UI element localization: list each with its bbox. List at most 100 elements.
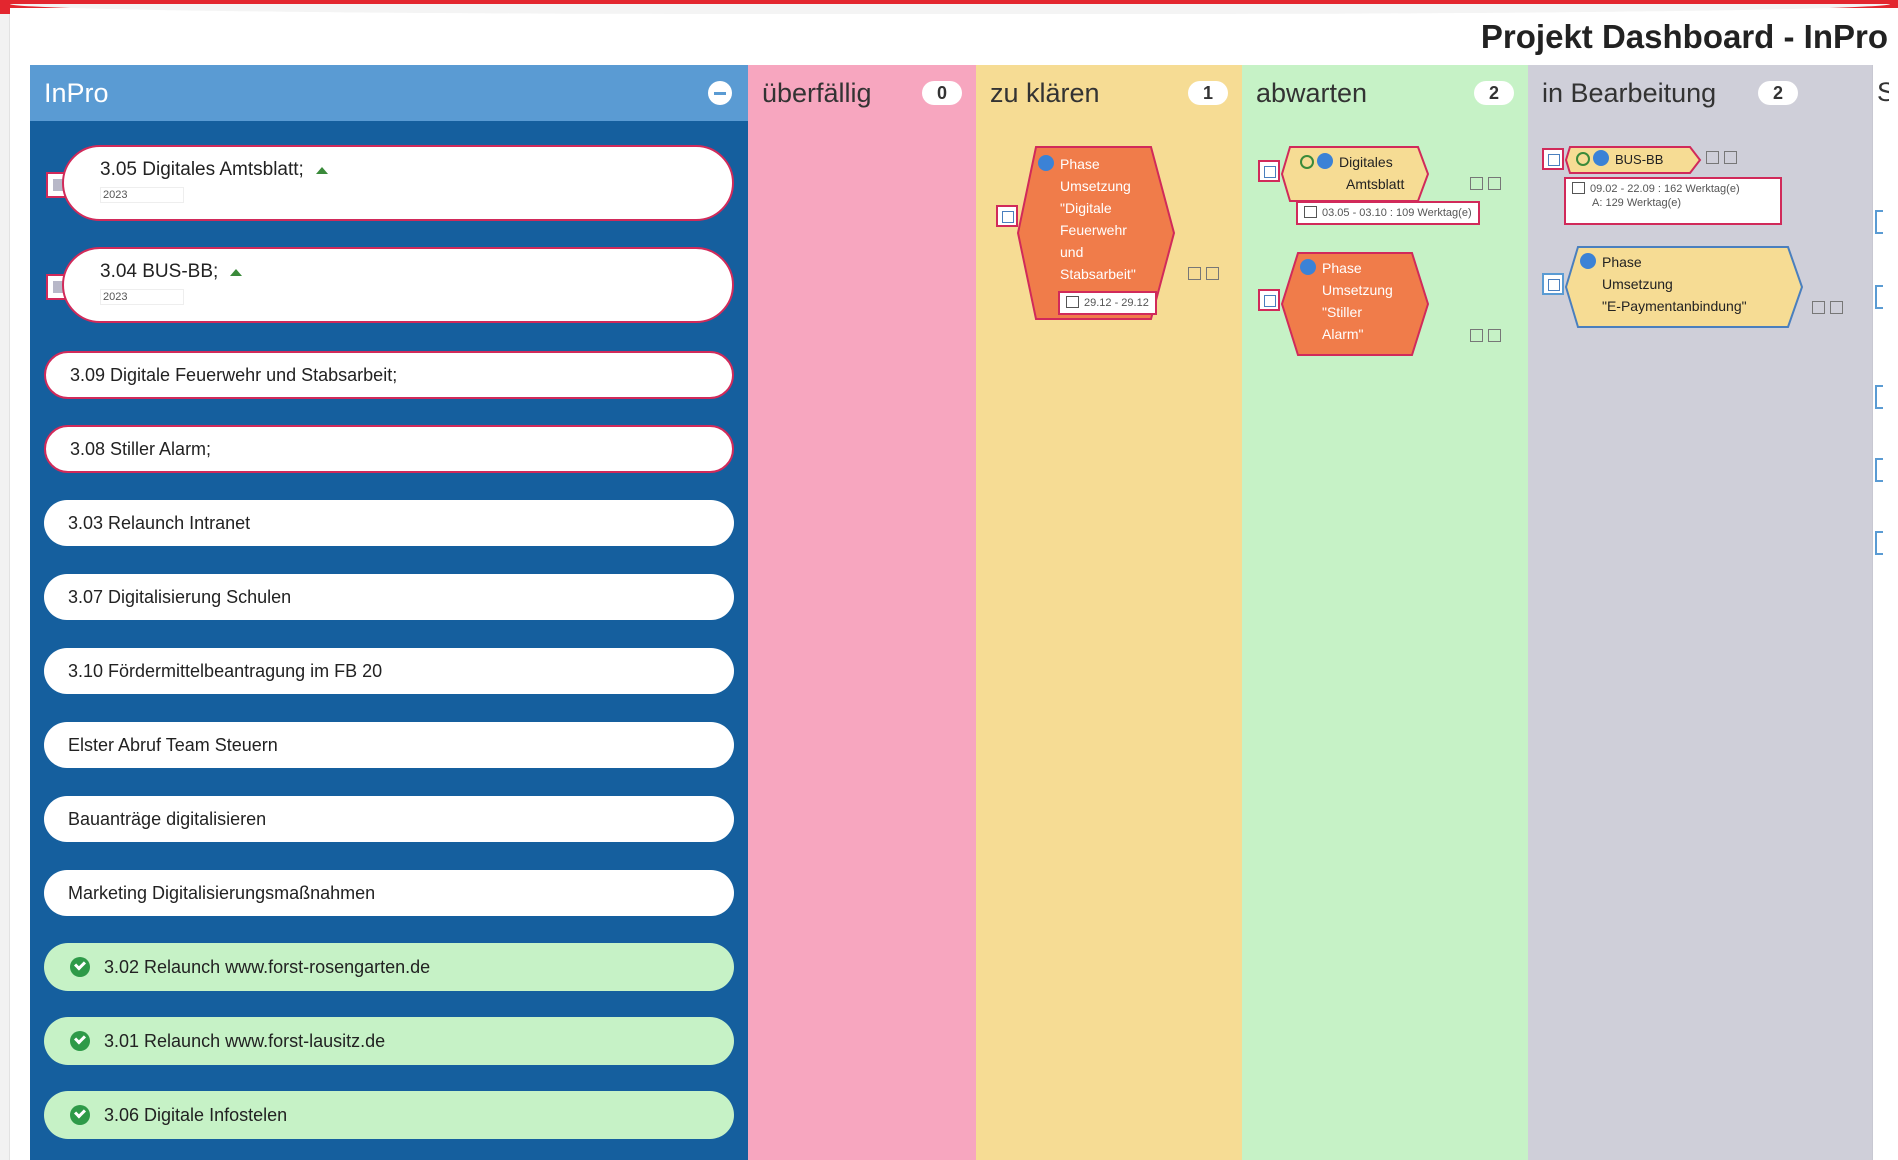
project-title: 3.03 Relaunch Intranet (68, 512, 251, 533)
column-in-bearbeitung-header[interactable]: in Bearbeitung 2 (1528, 65, 1898, 121)
task-label: Phase Umsetzung "Digitale Feuerwehr und … (1038, 153, 1136, 285)
task-date-range: 29.12 - 29.12 (1058, 291, 1157, 315)
task-node-box[interactable] (1258, 289, 1280, 311)
task-action-icons[interactable] (1470, 177, 1510, 193)
task-line: "Stiller (1322, 304, 1362, 320)
task-line: "Digitale (1060, 200, 1112, 216)
calendar-icon (1572, 182, 1585, 194)
project-title: 3.04 BUS-BB; (100, 261, 219, 282)
project-title-row: 3.04 BUS-BB; (100, 261, 732, 283)
expand-up-icon[interactable] (315, 166, 328, 174)
link-icon[interactable] (1470, 177, 1483, 190)
project-card[interactable]: Elster Abruf Team Steuern (44, 722, 734, 768)
task-node-box[interactable] (1258, 160, 1280, 182)
project-card[interactable]: Marketing Digitalisierungsmaßnahmen (44, 870, 734, 916)
link-icon[interactable] (1470, 329, 1483, 342)
globe-icon (1593, 150, 1609, 166)
edit-icon[interactable] (1488, 177, 1501, 190)
link-icon[interactable] (1706, 151, 1719, 164)
project-card[interactable]: Bauanträge digitalisieren (44, 796, 734, 842)
top-band-shade (10, 4, 1890, 14)
project-title: Marketing Digitalisierungsmaßnahmen (68, 882, 376, 903)
bracket-marker (1875, 210, 1883, 234)
task-label: Phase Umsetzung "E-Paymentanbindung" (1580, 251, 1747, 317)
project-title-row: 3.05 Digitales Amtsblatt; (100, 159, 732, 181)
project-title: 3.07 Digitalisierung Schulen (68, 586, 292, 607)
task-node-box[interactable] (1542, 273, 1564, 295)
project-title: 3.01 Relaunch www.forst-lausitz.de (104, 1030, 386, 1051)
project-card[interactable]: 3.03 Relaunch Intranet (44, 500, 734, 546)
column-zu-klaeren-header[interactable]: zu klären 1 (976, 65, 1242, 121)
task-action-icons[interactable] (1188, 267, 1228, 283)
column-title: zu klären (990, 77, 1100, 108)
task-line: Umsetzung (1322, 282, 1393, 298)
task-node-box[interactable] (1542, 148, 1564, 170)
column-in-bearbeitung: in Bearbeitung 2 BUS-BB 09.02 - 22.09 : … (1528, 65, 1898, 1160)
task-line: Umsetzung (1060, 178, 1131, 194)
task-date-range: 03.05 - 03.10 : 109 Werktag(e) (1296, 201, 1480, 225)
task-node-box[interactable] (996, 205, 1018, 227)
collapse-minus-icon[interactable] (708, 81, 732, 105)
column-title: überfällig (762, 77, 872, 108)
edit-icon[interactable] (1724, 151, 1737, 164)
column-zu-klaeren: zu klären 1 Phase Umsetzung "Digitale Fe… (976, 65, 1242, 1160)
task-remaining: A: 129 Werktag(e) (1592, 197, 1682, 209)
globe-icon (1317, 153, 1333, 169)
edit-icon[interactable] (1830, 301, 1843, 314)
kanban-board: InPro 3.05 Digitales Amtsblatt; 2023 3.0… (30, 65, 1898, 1160)
count-badge: 2 (1758, 81, 1798, 105)
check-circle-icon (70, 957, 90, 977)
project-title: 3.05 Digitales Amtsblatt; (100, 159, 304, 180)
bracket-marker (1875, 285, 1883, 309)
project-title: 3.06 Digitale Infostelen (104, 1104, 288, 1125)
project-title: Bauanträge digitalisieren (68, 808, 267, 829)
task-action-icons[interactable] (1706, 151, 1746, 167)
column-ueberfaellig: überfällig 0 (748, 65, 976, 1160)
project-card-done[interactable]: 3.01 Relaunch www.forst-lausitz.de (44, 1017, 734, 1065)
clock-icon (1300, 155, 1314, 169)
left-collapse-strip[interactable] (0, 14, 10, 1160)
link-icon[interactable] (1188, 267, 1201, 280)
project-card[interactable]: 3.08 Stiller Alarm; (44, 425, 734, 473)
task-line: und (1060, 244, 1084, 260)
count-badge: 2 (1474, 81, 1514, 105)
bracket-marker (1875, 458, 1883, 482)
task-line: Phase (1580, 251, 1747, 273)
task-label: Digitales Amtsblatt (1300, 151, 1404, 195)
check-circle-icon (70, 1031, 90, 1051)
count-badge: 1 (1188, 81, 1228, 105)
edit-icon[interactable] (1206, 267, 1219, 280)
dashboard-window: Projekt Dashboard - InPro InPro 3.05 Dig… (0, 0, 1898, 1160)
task-action-icons[interactable] (1470, 329, 1510, 345)
column-title: InPro (44, 77, 109, 108)
project-title: 3.02 Relaunch www.forst-rosengarten.de (104, 956, 431, 977)
bracket-marker (1875, 531, 1883, 555)
task-line: Phase (1300, 257, 1393, 279)
edit-icon[interactable] (1488, 329, 1501, 342)
column-title: abwarten (1256, 77, 1368, 108)
project-card[interactable]: 3.09 Digitale Feuerwehr und Stabsarbeit; (44, 351, 734, 399)
column-title: in Bearbeitung (1542, 77, 1717, 108)
globe-icon (1038, 155, 1054, 171)
task-line: Stabsarbeit" (1060, 266, 1136, 282)
column-inpro: InPro 3.05 Digitales Amtsblatt; 2023 3.0… (30, 65, 748, 1160)
calendar-icon (1066, 296, 1079, 308)
project-card-done[interactable]: 3.06 Digitale Infostelen (44, 1091, 734, 1139)
column-ueberfaellig-header[interactable]: überfällig 0 (748, 65, 976, 121)
project-card[interactable]: 3.04 BUS-BB; 2023 (62, 247, 734, 323)
column-abwarten-header[interactable]: abwarten 2 (1242, 65, 1528, 121)
task-action-icons[interactable] (1812, 301, 1852, 317)
project-card-done[interactable]: 3.02 Relaunch www.forst-rosengarten.de (44, 943, 734, 991)
task-line: Amtsblatt (1346, 176, 1405, 192)
column-abwarten: abwarten 2 Digitales Amtsblatt 03.05 - 0… (1242, 65, 1528, 1160)
task-line: "E-Paymentanbindung" (1602, 298, 1747, 314)
column-inpro-header[interactable]: InPro (30, 65, 748, 121)
calendar-icon (1304, 206, 1317, 218)
link-icon[interactable] (1812, 301, 1825, 314)
project-card[interactable]: 3.07 Digitalisierung Schulen (44, 574, 734, 620)
task-line: Phase (1038, 153, 1136, 175)
project-card[interactable]: 3.05 Digitales Amtsblatt; 2023 (62, 145, 734, 221)
expand-up-icon[interactable] (230, 268, 243, 276)
bracket-marker (1875, 385, 1883, 409)
project-card[interactable]: 3.10 Fördermittelbeantragung im FB 20 (44, 648, 734, 694)
